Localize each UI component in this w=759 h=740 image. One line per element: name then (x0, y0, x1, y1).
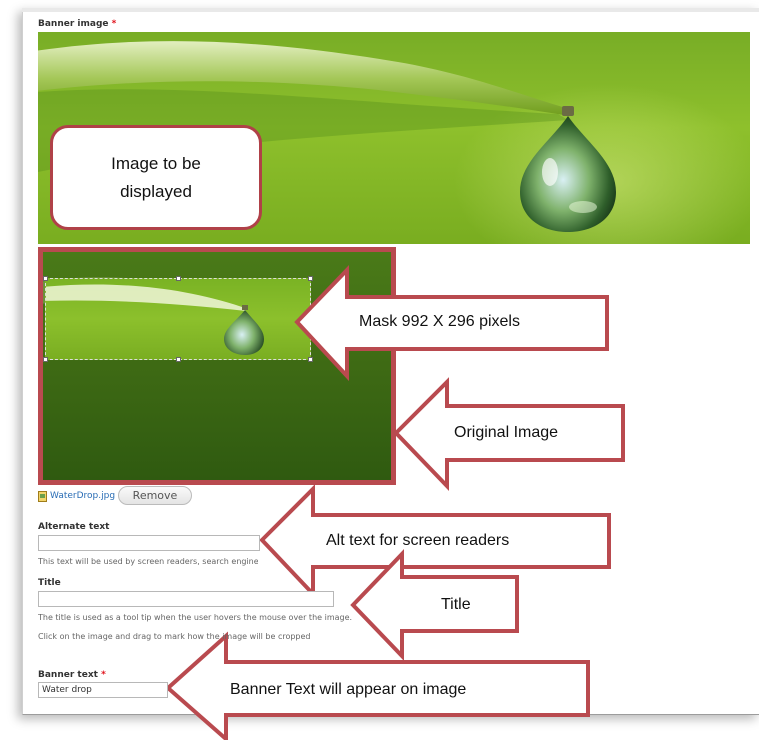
remove-button-label: Remove (132, 489, 178, 502)
alternate-text-help: This text will be used by screen readers… (38, 557, 258, 566)
title-input[interactable] (38, 591, 334, 607)
file-link[interactable]: WaterDrop.jpg (50, 491, 115, 501)
image-file-icon (38, 490, 47, 502)
annotation-arrows (164, 265, 625, 740)
file-row: WaterDrop.jpg (38, 487, 115, 505)
annotation-title-text: Title (441, 596, 471, 613)
arrow-title (350, 549, 519, 661)
banner-text-label: Banner text * (38, 670, 106, 680)
alternate-text-input[interactable] (38, 535, 260, 551)
annotation-banner-text: Banner Text will appear on image (230, 681, 467, 698)
title-help: The title is used as a tool tip when the… (38, 613, 353, 622)
alternate-text-label: Alternate text (38, 522, 110, 532)
annotation-original-text: Original Image (454, 424, 559, 441)
annotation-mask-text: Mask 992 X 296 pixels (359, 313, 520, 330)
banner-text-required-marker: * (101, 670, 106, 680)
remove-button[interactable]: Remove (118, 486, 192, 505)
crop-help: Click on the image and drag to mark how … (38, 632, 311, 641)
title-label: Title (38, 578, 61, 588)
banner-text-input[interactable]: Water drop (38, 682, 168, 698)
banner-text-label-text: Banner text (38, 670, 98, 680)
annotation-alt-text: Alt text for screen readers (326, 532, 510, 549)
